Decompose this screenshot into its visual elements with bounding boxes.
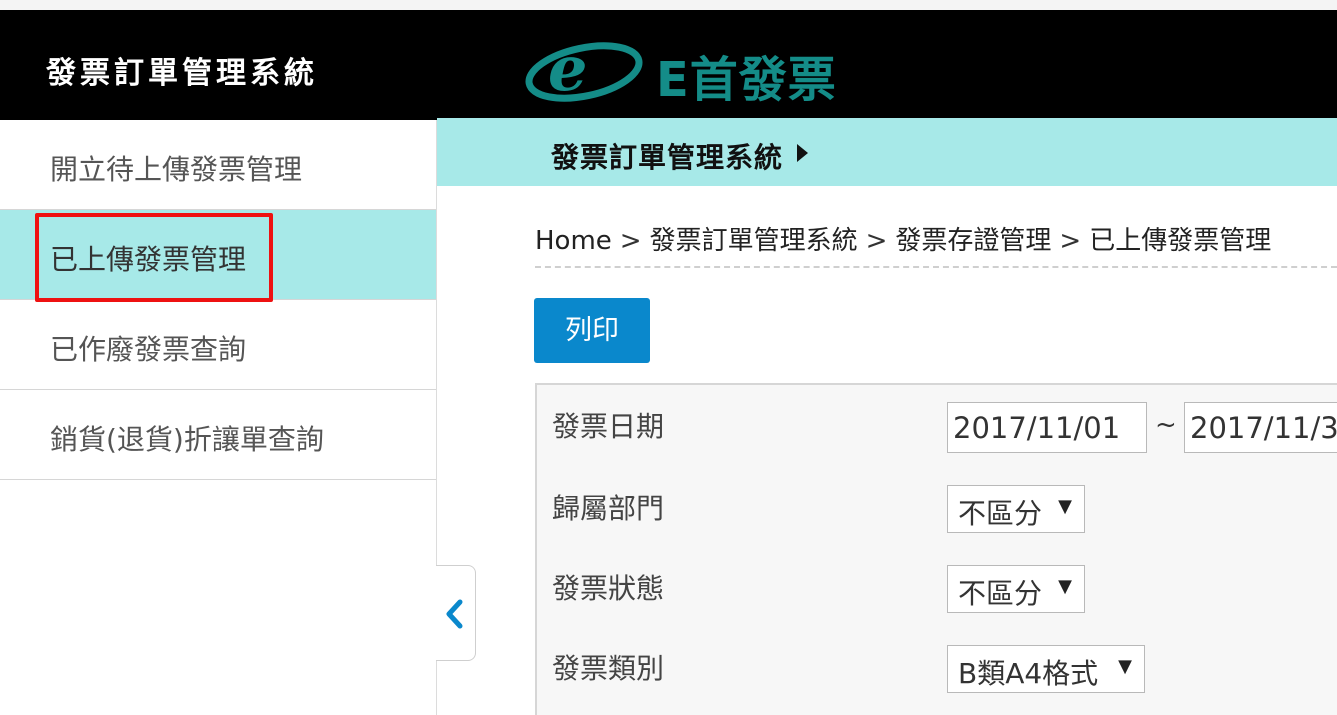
breadcrumb-divider — [535, 266, 1337, 268]
app-header: 發票訂單管理系統 e E首發票 — [0, 10, 1337, 120]
date-from-input[interactable] — [947, 402, 1147, 453]
logo-text: E首發票 — [656, 52, 837, 108]
sidebar-item-uploaded-invoices[interactable]: 已上傳發票管理 — [0, 210, 436, 300]
logo-e-icon: e — [525, 32, 643, 105]
invoice-type-label: 發票類別 — [552, 652, 665, 685]
sidebar-collapse-button[interactable] — [436, 565, 476, 661]
dropdown-arrow-icon: ▼ — [1118, 656, 1132, 677]
invoice-type-select-value: B類A4格式 — [958, 657, 1099, 690]
date-to-input[interactable] — [1184, 402, 1337, 453]
print-button[interactable]: 列印 — [534, 298, 650, 363]
department-label: 歸屬部門 — [552, 492, 665, 525]
breadcrumb-item[interactable]: 發票存證管理 — [895, 226, 1051, 256]
breadcrumb-current: 已上傳發票管理 — [1089, 226, 1272, 256]
invoice-type-select[interactable]: B類A4格式 ▼ — [947, 645, 1145, 693]
sidebar: 開立待上傳發票管理 已上傳發票管理 已作廢發票查詢 銷貨(退貨)折讓單查詢 — [0, 120, 437, 715]
sidebar-item-label: 銷貨(退貨)折讓單查詢 — [50, 423, 324, 456]
department-select[interactable]: 不區分 ▼ — [947, 485, 1085, 533]
sidebar-item-label: 開立待上傳發票管理 — [50, 153, 303, 186]
sidebar-item-voided-invoices[interactable]: 已作廢發票查詢 — [0, 300, 436, 390]
content-title-bar: 發票訂單管理系統 — [437, 118, 1337, 186]
department-select-value: 不區分 — [958, 497, 1043, 530]
chevron-left-icon — [446, 599, 463, 629]
sidebar-item-label: 已上傳發票管理 — [50, 243, 247, 276]
breadcrumb: Home > 發票訂單管理系統 > 發票存證管理 > 已上傳發票管理 — [535, 220, 1271, 257]
sidebar-item-label: 已作廢發票查詢 — [50, 333, 247, 366]
date-range-tilde: ~ — [1155, 410, 1177, 440]
caret-right-icon — [797, 144, 808, 162]
breadcrumb-separator: > — [1059, 226, 1082, 256]
dropdown-arrow-icon: ▼ — [1058, 496, 1072, 517]
content-bar-title: 發票訂單管理系統 — [551, 141, 784, 174]
top-strip — [0, 0, 1337, 10]
sidebar-item-allowance-query[interactable]: 銷貨(退貨)折讓單查詢 — [0, 390, 436, 480]
invoice-status-label: 發票狀態 — [552, 572, 665, 605]
invoice-status-select-value: 不區分 — [958, 577, 1043, 610]
e-invoice-logo: e E首發票 — [522, 30, 852, 110]
system-title: 發票訂單管理系統 — [46, 56, 318, 91]
svg-text:e: e — [548, 32, 587, 105]
invoice-date-label: 發票日期 — [552, 410, 665, 443]
breadcrumb-home[interactable]: Home — [535, 226, 612, 256]
breadcrumb-separator: > — [865, 226, 888, 256]
sidebar-item-pending-upload[interactable]: 開立待上傳發票管理 — [0, 120, 436, 210]
breadcrumb-separator: > — [619, 226, 642, 256]
dropdown-arrow-icon: ▼ — [1058, 576, 1072, 597]
breadcrumb-item[interactable]: 發票訂單管理系統 — [650, 226, 858, 256]
invoice-status-select[interactable]: 不區分 ▼ — [947, 565, 1085, 613]
